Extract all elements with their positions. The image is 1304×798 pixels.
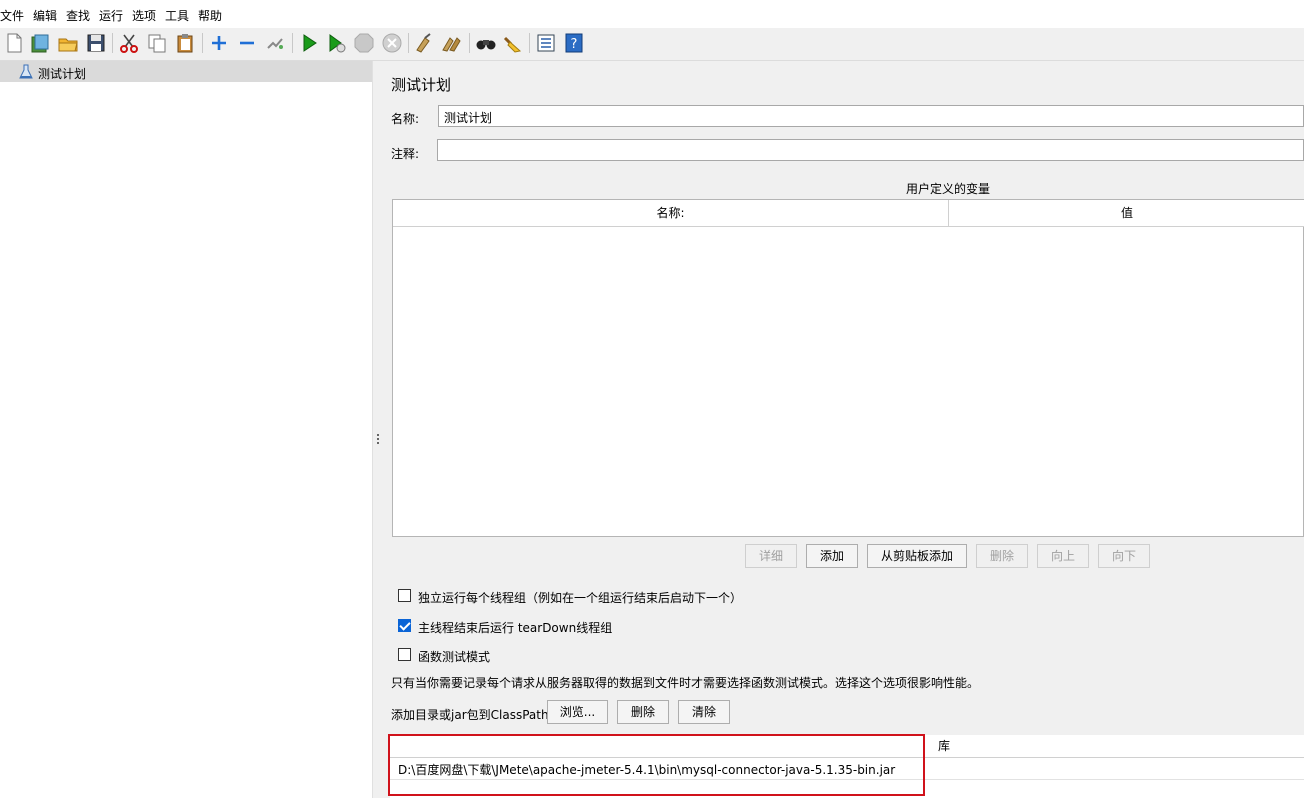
- clear-all-icon[interactable]: [441, 32, 463, 54]
- toolbar: ?: [0, 28, 1304, 61]
- toolbar-separator: [529, 33, 530, 53]
- toolbar-separator: [469, 33, 470, 53]
- menu-search[interactable]: 查找: [66, 7, 90, 24]
- move-up-button[interactable]: 向上: [1037, 544, 1089, 568]
- clear-icon[interactable]: [413, 32, 435, 54]
- comment-field[interactable]: [437, 139, 1304, 161]
- menu-options[interactable]: 选项: [132, 7, 156, 24]
- teardown-checkbox[interactable]: [398, 619, 411, 632]
- test-plan-icon: [19, 64, 33, 79]
- classpath-clear-button[interactable]: 清除: [678, 700, 730, 724]
- menu-file[interactable]: 文件: [0, 7, 24, 24]
- comment-label: 注释:: [391, 147, 420, 161]
- open-icon[interactable]: [57, 32, 79, 54]
- collapse-icon[interactable]: [236, 32, 258, 54]
- column-header-value[interactable]: 值: [949, 200, 1304, 226]
- test-plan-tree[interactable]: 测试计划: [0, 61, 372, 798]
- shutdown-icon[interactable]: [381, 32, 403, 54]
- detail-button[interactable]: 详细: [745, 544, 797, 568]
- tree-item-test-plan[interactable]: 测试计划: [0, 61, 372, 82]
- browse-button[interactable]: 浏览...: [547, 700, 608, 724]
- functional-mode-note: 只有当你需要记录每个请求从服务器取得的数据到文件时才需要选择函数测试模式。选择这…: [391, 676, 980, 690]
- search-icon[interactable]: [475, 32, 497, 54]
- classpath-delete-button[interactable]: 删除: [617, 700, 669, 724]
- test-plan-panel: 测试计划 名称: 测试计划 注释: 用户定义的变量 名称: 值 详细 添加 从剪…: [382, 61, 1304, 798]
- copy-icon[interactable]: [146, 32, 168, 54]
- delete-button[interactable]: 删除: [976, 544, 1028, 568]
- table-header: 名称: 值: [393, 200, 1304, 227]
- user-variables-table[interactable]: 名称: 值: [392, 199, 1304, 537]
- save-icon[interactable]: [85, 32, 107, 54]
- help-icon[interactable]: ?: [563, 32, 585, 54]
- toolbar-separator: [408, 33, 409, 53]
- toolbar-separator: [292, 33, 293, 53]
- reset-search-icon[interactable]: [502, 32, 524, 54]
- column-header-name[interactable]: 名称:: [393, 200, 949, 226]
- templates-icon[interactable]: [29, 32, 51, 54]
- menu-edit[interactable]: 编辑: [33, 7, 57, 24]
- menu-bar: 文件 编辑 查找 运行 选项 工具 帮助: [0, 0, 1304, 28]
- serialize-threadgroups-label: 独立运行每个线程组（例如在一个组运行结束后启动下一个）: [418, 591, 743, 605]
- start-icon[interactable]: [298, 32, 320, 54]
- name-label: 名称:: [391, 112, 420, 126]
- toggle-icon[interactable]: [264, 32, 286, 54]
- functional-mode-label: 函数测试模式: [418, 650, 491, 664]
- grip-dot: [377, 438, 379, 440]
- expand-icon[interactable]: [208, 32, 230, 54]
- add-button[interactable]: 添加: [806, 544, 858, 568]
- name-field[interactable]: 测试计划: [438, 105, 1304, 127]
- highlight-box: [388, 734, 925, 796]
- start-no-pause-icon[interactable]: [325, 32, 347, 54]
- function-helper-icon[interactable]: [535, 32, 557, 54]
- grip-dot: [377, 442, 379, 444]
- functional-mode-checkbox[interactable]: [398, 648, 411, 661]
- menu-run[interactable]: 运行: [99, 7, 123, 24]
- classpath-label: 添加目录或jar包到ClassPath: [391, 708, 549, 722]
- menu-help[interactable]: 帮助: [198, 7, 222, 24]
- toolbar-separator: [112, 33, 113, 53]
- new-icon[interactable]: [3, 32, 25, 54]
- toolbar-separator: [202, 33, 203, 53]
- add-from-clipboard-button[interactable]: 从剪贴板添加: [867, 544, 967, 568]
- menu-tools[interactable]: 工具: [165, 7, 189, 24]
- grip-dot: [377, 434, 379, 436]
- teardown-label: 主线程结束后运行 tearDown线程组: [418, 621, 613, 635]
- svg-text:?: ?: [571, 37, 578, 52]
- tree-item-label: 测试计划: [38, 67, 87, 81]
- panel-title: 测试计划: [391, 76, 452, 94]
- serialize-threadgroups-checkbox[interactable]: [398, 589, 411, 602]
- stop-icon[interactable]: [353, 32, 375, 54]
- cut-icon[interactable]: [118, 32, 140, 54]
- move-down-button[interactable]: 向下: [1098, 544, 1150, 568]
- user-variables-title: 用户定义的变量: [906, 182, 991, 196]
- paste-icon[interactable]: [174, 32, 196, 54]
